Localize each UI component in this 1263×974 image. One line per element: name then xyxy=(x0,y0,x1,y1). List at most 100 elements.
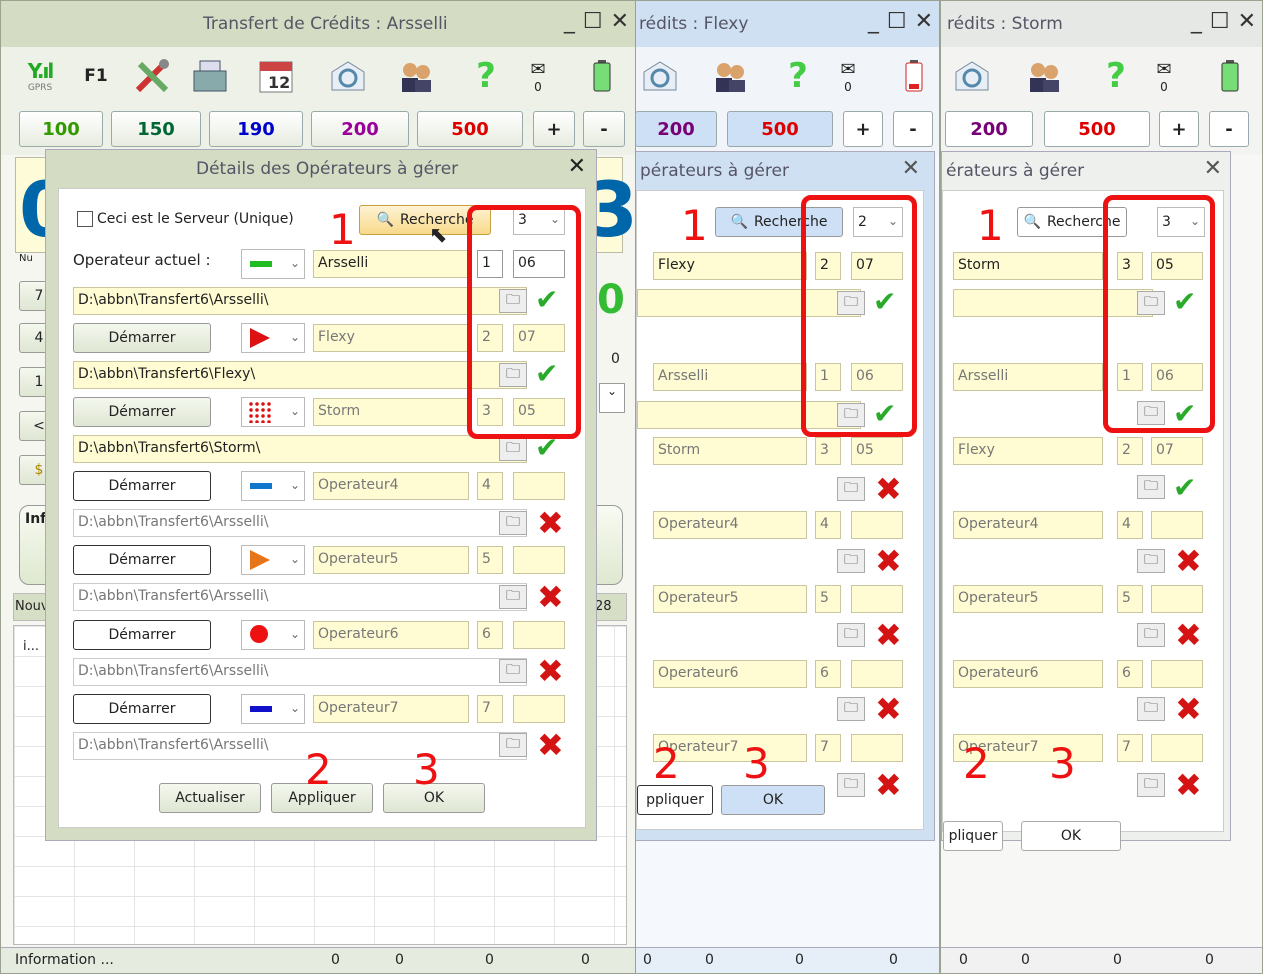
path-field[interactable]: D:\abbn\Transfert6\Flexy\ xyxy=(73,361,527,389)
start-button[interactable]: Démarrer xyxy=(73,545,211,575)
operator-num[interactable]: 6 xyxy=(815,660,841,688)
operator-name[interactable]: Operateur4 xyxy=(653,511,807,539)
operator-name[interactable]: Operateur6 xyxy=(313,621,469,649)
operator-code[interactable]: 07 xyxy=(1151,437,1203,465)
path-field[interactable]: D:\abbn\Transfert6\Storm\ xyxy=(73,435,527,463)
operator-name[interactable]: Operateur6 xyxy=(953,660,1103,688)
folder-icon[interactable]: 🗀 xyxy=(837,773,865,797)
operator-code[interactable] xyxy=(851,585,903,613)
current-path-field[interactable]: D:\abbn\Transfert6\Arsselli\ xyxy=(73,287,527,315)
operator-code[interactable] xyxy=(1151,734,1203,762)
color-select[interactable]: ⌄ xyxy=(241,620,305,650)
operator-num[interactable]: 4 xyxy=(477,472,503,500)
plus-button[interactable]: + xyxy=(533,111,575,147)
operator-code[interactable] xyxy=(513,546,565,574)
folder-icon[interactable]: 🗀 xyxy=(1137,697,1165,721)
folder-icon[interactable]: 🗀 xyxy=(499,585,527,609)
cash-register-icon[interactable] xyxy=(187,53,233,99)
color-select[interactable]: ⌄ xyxy=(241,397,305,427)
users-icon[interactable] xyxy=(393,53,439,99)
current-operator-name[interactable]: Arsselli xyxy=(313,250,469,278)
color-select[interactable]: ⌄ xyxy=(241,694,305,724)
amount-button-500[interactable]: 500 xyxy=(417,111,523,147)
amount-button-100[interactable]: 100 xyxy=(19,111,103,147)
maximize-icon[interactable]: ☐ xyxy=(583,9,603,34)
operator-num[interactable]: 3 xyxy=(815,437,841,465)
search-mail-icon[interactable] xyxy=(949,53,995,99)
operator-code[interactable] xyxy=(851,734,903,762)
apply-button[interactable]: ppliquer xyxy=(637,785,713,815)
operator-code[interactable] xyxy=(513,472,565,500)
maximize-icon[interactable]: ☐ xyxy=(1210,9,1230,34)
operator-name[interactable]: Storm xyxy=(653,437,807,465)
amount-button-150[interactable]: 150 xyxy=(111,111,201,147)
path-field[interactable]: D:\abbn\Transfert6\Arsselli\ xyxy=(73,732,527,760)
operator-name[interactable]: Arsselli xyxy=(953,363,1103,391)
checkbox-box[interactable] xyxy=(77,211,93,227)
close-icon[interactable]: ✕ xyxy=(611,9,629,34)
users-icon[interactable] xyxy=(1021,53,1067,99)
amount-button-200[interactable]: 200 xyxy=(635,111,717,147)
mail-icon[interactable]: ✉ 0 xyxy=(825,53,871,99)
close-icon[interactable]: ✕ xyxy=(915,9,933,34)
maximize-icon[interactable]: ☐ xyxy=(887,9,907,34)
color-select[interactable]: ⌄ xyxy=(241,323,305,353)
start-button[interactable]: Démarrer xyxy=(73,694,211,724)
operator-name[interactable]: Operateur6 xyxy=(653,660,807,688)
operator-num[interactable]: 4 xyxy=(815,511,841,539)
server-checkbox[interactable]: Ceci est le Serveur (Unique) xyxy=(77,211,294,227)
operator-name[interactable]: Operateur4 xyxy=(313,472,469,500)
path-field[interactable]: D:\abbn\Transfert6\Arsselli\ xyxy=(73,583,527,611)
operator-num[interactable]: 6 xyxy=(477,621,503,649)
plus-button[interactable]: + xyxy=(1159,111,1199,147)
operator-name[interactable]: Storm xyxy=(313,398,469,426)
color-select[interactable]: ⌄ xyxy=(241,545,305,575)
operator-num[interactable]: 5 xyxy=(477,546,503,574)
amount-button-500[interactable]: 500 xyxy=(1044,111,1150,147)
minus-button[interactable]: - xyxy=(583,111,625,147)
f1-button[interactable]: F1 xyxy=(73,53,119,99)
operator-code[interactable] xyxy=(1151,660,1203,688)
folder-icon[interactable]: 🗀 xyxy=(1137,623,1165,647)
operator-code[interactable] xyxy=(1151,585,1203,613)
users-icon[interactable] xyxy=(707,53,753,99)
folder-icon[interactable]: 🗀 xyxy=(499,437,527,461)
chevron-down-icon[interactable]: ⌄ xyxy=(599,383,625,413)
amount-button-500[interactable]: 500 xyxy=(727,111,833,147)
folder-icon[interactable]: 🗀 xyxy=(837,477,865,501)
path-field[interactable]: D:\abbn\Transfert6\Arsselli\ xyxy=(73,509,527,537)
current-operator-name[interactable]: Storm xyxy=(953,252,1103,280)
folder-icon[interactable]: 🗀 xyxy=(499,733,527,757)
refresh-button[interactable]: Actualiser xyxy=(159,783,261,813)
minus-button[interactable]: - xyxy=(1209,111,1249,147)
close-icon[interactable]: ✕ xyxy=(1238,9,1256,34)
operator-code[interactable] xyxy=(513,695,565,723)
mail-icon[interactable]: ✉ 0 xyxy=(1141,53,1187,99)
operator-name[interactable]: Operateur4 xyxy=(953,511,1103,539)
operator-name[interactable]: Operateur7 xyxy=(313,695,469,723)
help-icon[interactable]: ? xyxy=(1093,53,1139,99)
minimize-icon[interactable]: _ xyxy=(868,9,879,34)
operator-code[interactable] xyxy=(513,621,565,649)
operator-num[interactable]: 4 xyxy=(1117,511,1143,539)
amount-button-200[interactable]: 200 xyxy=(945,111,1033,147)
operator-code[interactable] xyxy=(851,660,903,688)
folder-icon[interactable]: 🗀 xyxy=(499,511,527,535)
start-button[interactable]: Démarrer xyxy=(73,397,211,427)
current-operator-name[interactable]: Flexy xyxy=(653,252,807,280)
folder-icon[interactable]: 🗀 xyxy=(1137,549,1165,573)
tools-icon[interactable] xyxy=(129,53,175,99)
search-mail-icon[interactable] xyxy=(637,53,683,99)
search-mail-icon[interactable] xyxy=(325,53,371,99)
operator-name[interactable]: Operateur5 xyxy=(653,585,807,613)
ok-button[interactable]: OK xyxy=(721,785,825,815)
operator-name[interactable]: Flexy xyxy=(313,324,469,352)
operator-name[interactable]: Operateur5 xyxy=(313,546,469,574)
start-button[interactable]: Démarrer xyxy=(73,620,211,650)
operator-name[interactable]: Arsselli xyxy=(653,363,807,391)
start-button[interactable]: Démarrer xyxy=(73,471,211,501)
help-icon[interactable]: ? xyxy=(775,53,821,99)
operator-name[interactable]: Flexy xyxy=(953,437,1103,465)
folder-icon[interactable]: 🗀 xyxy=(1137,773,1165,797)
folder-icon[interactable]: 🗀 xyxy=(837,623,865,647)
